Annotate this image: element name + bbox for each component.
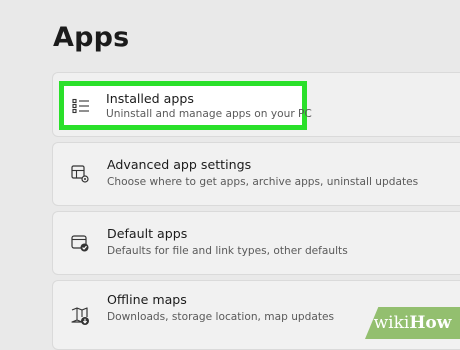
logo-suffix: How bbox=[409, 313, 452, 333]
item-title: Installed apps bbox=[106, 91, 194, 106]
item-title: Offline maps bbox=[107, 292, 187, 307]
app-settings-icon bbox=[69, 163, 91, 185]
logo-prefix: wiki bbox=[373, 313, 410, 333]
map-download-icon bbox=[69, 305, 91, 327]
default-apps-icon bbox=[69, 232, 91, 254]
highlight-box[interactable]: Installed apps Uninstall and manage apps… bbox=[59, 81, 312, 130]
settings-item-default-apps[interactable]: Default apps Defaults for file and link … bbox=[52, 211, 460, 275]
page-title: Apps bbox=[53, 22, 130, 53]
settings-item-advanced-app-settings[interactable]: Advanced app settings Choose where to ge… bbox=[52, 142, 460, 206]
item-subtitle: Downloads, storage location, map updates bbox=[107, 311, 335, 323]
list-icon bbox=[70, 95, 92, 117]
wikihow-logo: wiki How bbox=[365, 307, 460, 339]
item-title: Default apps bbox=[107, 226, 188, 241]
item-title: Advanced app settings bbox=[107, 157, 252, 172]
item-subtitle: Choose where to get apps, archive apps, … bbox=[107, 176, 419, 188]
item-subtitle: Defaults for file and link types, other … bbox=[107, 245, 348, 257]
item-subtitle: Uninstall and manage apps on your PC bbox=[106, 108, 312, 120]
